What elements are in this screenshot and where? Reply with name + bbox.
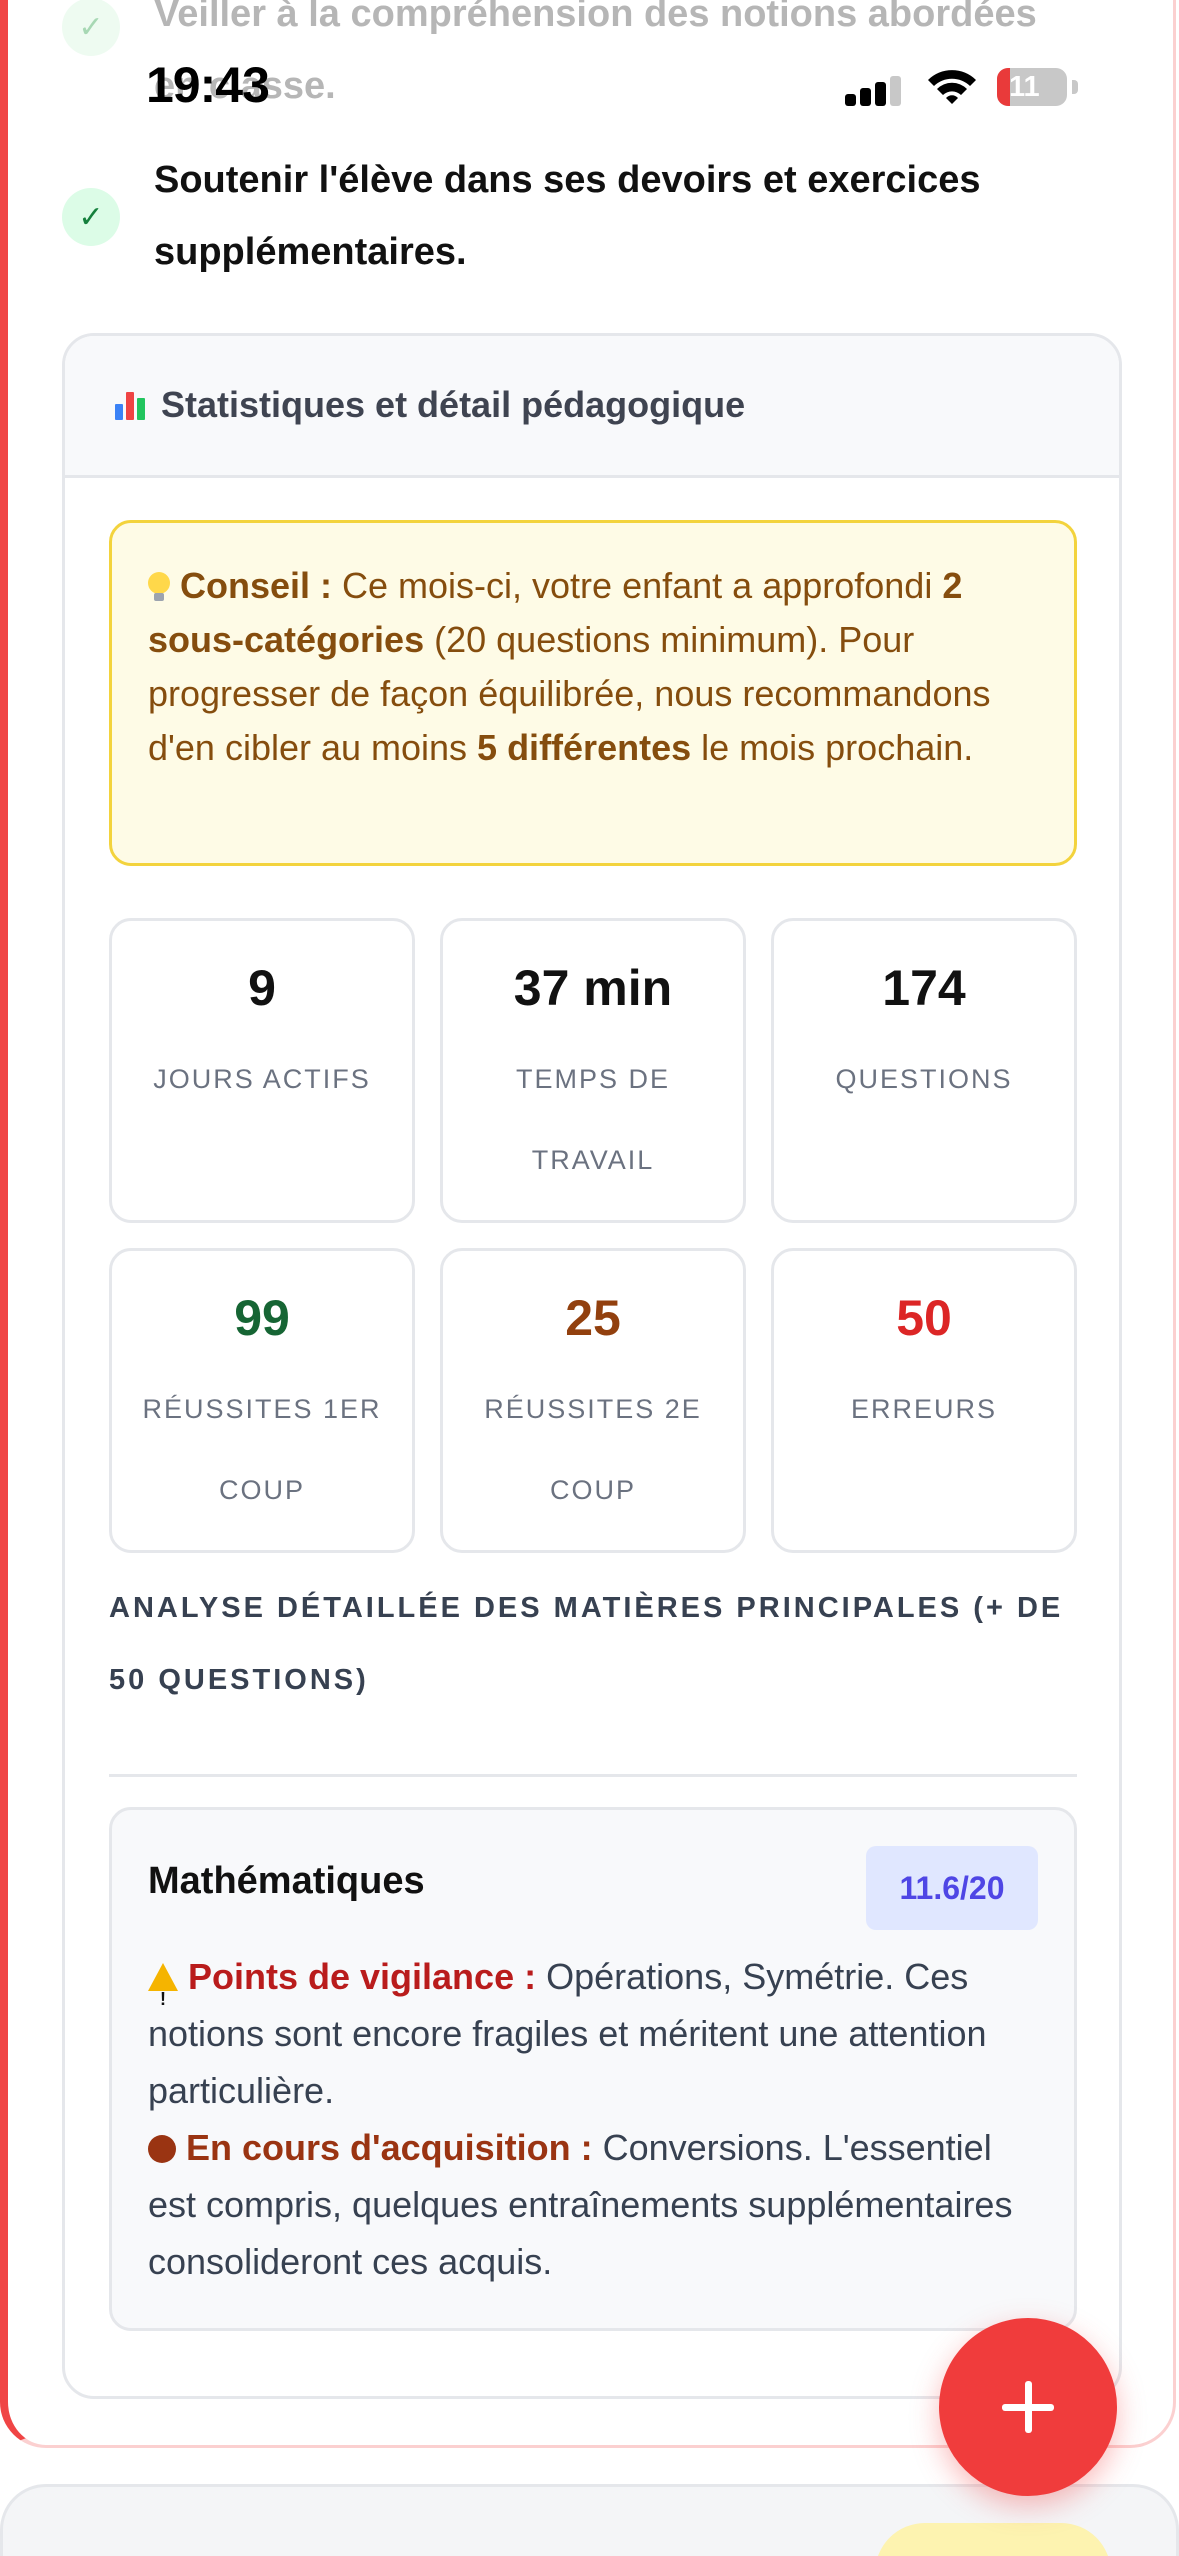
panel-title: Statistiques et détail pédagogique (161, 384, 746, 425)
status-time: 19:43 (146, 57, 270, 113)
subject-name: Mathématiques (148, 1860, 425, 1902)
stats-panel: Statistiques et détail pédagogique Conse… (62, 333, 1122, 2399)
advice-highlight: 5 différentes (477, 727, 692, 768)
panel-header: Statistiques et détail pédagogique (65, 336, 1119, 478)
stat-card-work-time: 37 min TEMPS DE TRAVAIL (440, 918, 746, 1223)
subject-card: Mathématiques 11.6/20 ! Points de vigilan… (109, 1807, 1077, 2331)
next-report-card (0, 2484, 1179, 2556)
stat-card-questions: 174 QUESTIONS (771, 918, 1077, 1223)
stat-label: RÉUSSITES 1ER COUP (142, 1394, 382, 1505)
lightbulb-icon (148, 572, 170, 602)
stat-label: RÉUSSITES 2E COUP (484, 1394, 702, 1505)
section-title: ANALYSE DÉTAILLÉE DES MATIÈRES PRINCIPAL… (109, 1592, 1064, 1696)
stat-value: 99 (234, 1290, 290, 1346)
advice-text: le mois prochain. (691, 727, 974, 768)
brown-circle-icon (148, 2135, 176, 2163)
screen: ✓ Veiller à la compréhension des notions… (0, 0, 1179, 2556)
battery-level: 11 (1009, 71, 1040, 103)
stat-label: QUESTIONS (835, 1064, 1013, 1094)
plus-icon-stroke (1024, 2381, 1032, 2433)
stat-label: ERREURS (850, 1394, 998, 1424)
stat-label: JOURS ACTIFS (153, 1064, 371, 1094)
advice-label: Conseil : (180, 565, 333, 606)
battery-icon: 11 (997, 68, 1067, 106)
add-button[interactable] (939, 2318, 1117, 2496)
stat-value: 174 (882, 960, 966, 1016)
wifi-icon (928, 70, 976, 104)
divider (109, 1774, 1077, 1777)
status-pill (875, 2523, 1111, 2556)
advice-box: Conseil : Ce mois-ci, votre enfant a app… (109, 520, 1077, 866)
stat-card-errors: 50 ERREURS (771, 1248, 1077, 1553)
stat-value: 37 min (513, 960, 673, 1016)
cellular-signal-icon (845, 76, 901, 106)
subject-analysis: ! Points de vigilance : Opérations, Symét… (148, 1948, 1044, 2290)
stat-value: 25 (565, 1290, 621, 1346)
grade-badge: 11.6/20 (866, 1846, 1038, 1930)
stat-label: TEMPS DE TRAVAIL (515, 1064, 671, 1175)
battery-cap (1072, 80, 1078, 94)
vigilance-label: Points de vigilance : (188, 1956, 537, 1997)
bar-chart-icon (115, 390, 149, 420)
acquisition-label: En cours d'acquisition : (186, 2127, 593, 2168)
check-icon: ✓ (62, 188, 120, 246)
stat-card-second-try: 25 RÉUSSITES 2E COUP (440, 1248, 746, 1553)
stat-value: 9 (248, 960, 276, 1016)
warning-icon: ! (148, 1963, 178, 2009)
stat-value: 50 (896, 1290, 952, 1346)
advice-text: Ce mois-ci, votre enfant a approfondi (332, 565, 943, 606)
status-bar: 19:43 11 (0, 0, 1179, 170)
stat-card-active-days: 9 JOURS ACTIFS (109, 918, 415, 1223)
stat-card-first-try: 99 RÉUSSITES 1ER COUP (109, 1248, 415, 1553)
